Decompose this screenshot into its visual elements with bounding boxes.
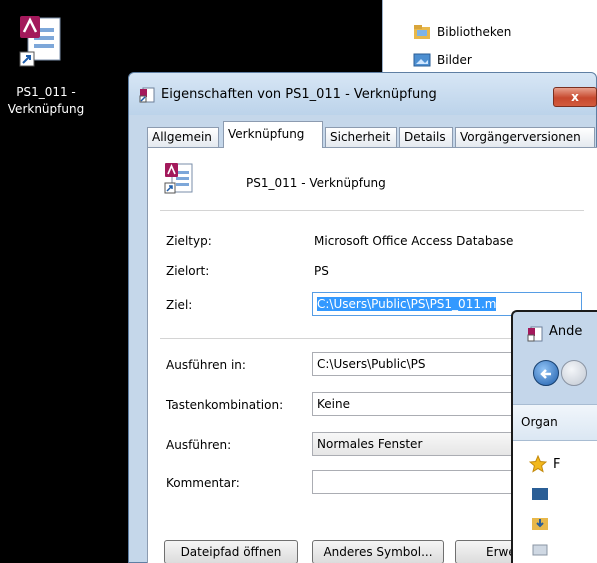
command-bar: Organ <box>513 404 597 440</box>
access-file-icon <box>164 163 193 194</box>
nav-item-pictures[interactable]: Bilder <box>413 50 472 70</box>
open-file-location-button[interactable]: Dateipfad öffnen <box>164 540 298 563</box>
ausfuehren-label: Ausführen: <box>166 438 232 452</box>
zielort-value: PS <box>314 264 329 278</box>
dialog-title: Eigenschaften von PS1_011 - Verknüpfung <box>161 87 437 102</box>
access-shortcut-icon <box>19 16 61 67</box>
arrow-left-icon <box>540 369 551 379</box>
nav-item-label: Bibliotheken <box>437 25 512 39</box>
forward-button[interactable] <box>561 360 587 386</box>
window-title: Ande <box>549 324 583 339</box>
file-name: PS1_011 - Verknüpfung <box>246 176 386 190</box>
favorites-label[interactable]: F <box>553 457 560 472</box>
close-button[interactable]: x <box>553 87 597 107</box>
shortcut-title-icon <box>139 87 155 103</box>
desktop-shortcut-label: PS1_011 - Verknüpfung <box>7 85 85 116</box>
nav-item-libraries[interactable]: Bibliotheken <box>413 22 511 42</box>
tab-details[interactable]: Details <box>399 127 453 147</box>
downloads-icon <box>532 518 548 530</box>
title-bar[interactable]: Eigenschaften von PS1_011 - Verknüpfung … <box>129 73 597 115</box>
change-icon-button[interactable]: Anderes Symbol... <box>312 540 444 563</box>
zieltyp-label: Zieltyp: <box>166 234 212 248</box>
foreground-explorer-window[interactable]: Ande Organ F <box>511 310 597 563</box>
tab-vorgaengerversionen[interactable]: Vorgängerversionen <box>455 127 595 147</box>
back-button[interactable] <box>533 360 559 386</box>
desktop-icon <box>532 488 548 500</box>
background-explorer-window[interactable]: Bibliotheken Bilder <box>382 0 597 80</box>
tab-strip: Allgemein Verknüpfung Sicherheit Details… <box>147 117 597 148</box>
folder-library-icon <box>414 25 430 39</box>
nav-item-label: Bilder <box>437 53 472 67</box>
ausfuehren-in-label: Ausführen in: <box>166 358 246 372</box>
close-icon: x <box>571 90 579 104</box>
tab-sicherheit[interactable]: Sicherheit <box>325 127 397 147</box>
tastenkombination-label: Tastenkombination: <box>166 398 284 412</box>
navigation-pane: F <box>513 440 597 563</box>
window-icon <box>527 326 543 342</box>
ziel-input-value: C:\Users\Public\PS\PS1_011.m <box>317 297 497 311</box>
organize-button[interactable]: Organ <box>521 415 558 429</box>
run-mode-selected: Normales Fenster <box>317 437 423 451</box>
tab-verknuepfung[interactable]: Verknüpfung <box>223 121 323 148</box>
kommentar-label: Kommentar: <box>166 476 240 490</box>
ziel-label: Ziel: <box>166 298 193 312</box>
divider <box>160 210 584 211</box>
zieltyp-value: Microsoft Office Access Database <box>314 234 514 248</box>
tab-allgemein[interactable]: Allgemein <box>147 127 219 147</box>
recent-places-icon <box>532 544 548 556</box>
pictures-icon <box>413 53 431 67</box>
zielort-label: Zielort: <box>166 264 210 278</box>
star-icon <box>529 455 547 473</box>
